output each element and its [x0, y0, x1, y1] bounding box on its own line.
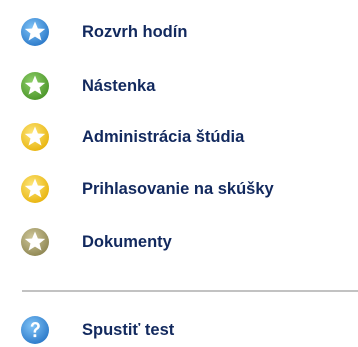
menu-item-spustit-test[interactable]: Spustiť test [20, 315, 174, 345]
menu-item-administracia-studia[interactable]: Administrácia štúdia [20, 122, 244, 152]
menu-divider [22, 290, 358, 292]
green-star-icon [20, 71, 50, 101]
menu-item-label: Rozvrh hodín [82, 22, 188, 41]
menu-item-label: Nástenka [82, 76, 156, 95]
main-menu: Rozvrh hodín Nástenka Administrácia štúd… [0, 0, 358, 347]
blue-star-icon [20, 17, 50, 47]
question-icon [20, 315, 50, 345]
menu-item-label: Administrácia štúdia [82, 127, 245, 146]
yellow-star-icon [20, 122, 50, 152]
menu-item-label: Dokumenty [82, 232, 172, 251]
menu-item-prihlasovanie-na-skusky[interactable]: Prihlasovanie na skúšky [20, 174, 274, 204]
menu-item-nastenka[interactable]: Nástenka [20, 71, 155, 101]
menu-item-label: Prihlasovanie na skúšky [82, 179, 274, 198]
olive-star-icon [20, 227, 50, 257]
menu-item-dokumenty[interactable]: Dokumenty [20, 227, 172, 257]
menu-item-label: Spustiť test [82, 320, 175, 339]
menu-item-rozvrh-hodin[interactable]: Rozvrh hodín [20, 17, 187, 47]
yellow-star-icon [20, 174, 50, 204]
